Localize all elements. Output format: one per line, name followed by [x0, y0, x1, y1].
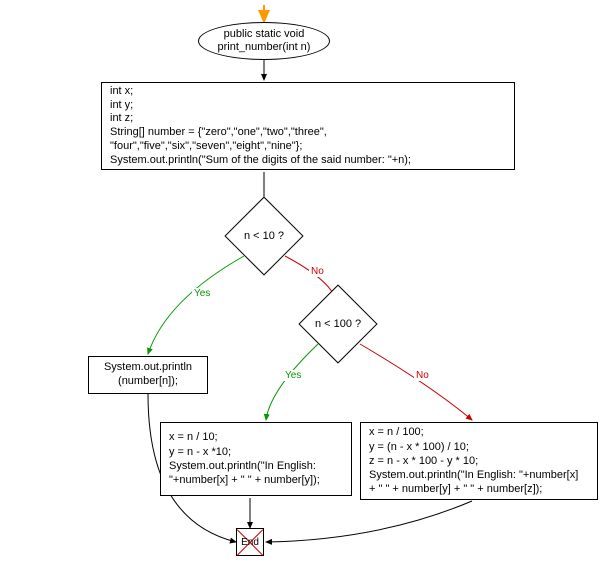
- out2-block: x = n / 10; y = n - x *10; System.out.pr…: [160, 422, 352, 496]
- cond1-no-label: No: [309, 266, 326, 277]
- cond2-no-label: No: [414, 370, 431, 381]
- end-text: End: [241, 537, 259, 548]
- out1-block: System.out.println (number[n]);: [88, 356, 208, 394]
- cond2-diamond: n < 100 ?: [298, 284, 377, 363]
- start-node: public static void print_number(int n): [198, 22, 330, 60]
- cond1-diamond: n < 10 ?: [224, 196, 303, 275]
- cond2-text: n < 100 ?: [315, 318, 361, 330]
- out3-block: x = n / 100; y = (n - x * 100) / 10; z =…: [360, 422, 598, 500]
- out1-text: System.out.println (number[n]);: [104, 361, 192, 389]
- cond1-text: n < 10 ?: [244, 230, 284, 242]
- start-label: public static void print_number(int n): [218, 28, 311, 54]
- out3-text: x = n / 100; y = (n - x * 100) / 10; z =…: [369, 425, 578, 496]
- cond2-yes-label: Yes: [283, 370, 303, 381]
- out2-text: x = n / 10; y = n - x *10; System.out.pr…: [169, 430, 320, 487]
- end-node: End: [236, 528, 264, 556]
- cond1-yes-label: Yes: [192, 288, 212, 299]
- decl-block: int x; int y; int z; String[] number = {…: [101, 82, 515, 170]
- decl-text: int x; int y; int z; String[] number = {…: [110, 85, 411, 168]
